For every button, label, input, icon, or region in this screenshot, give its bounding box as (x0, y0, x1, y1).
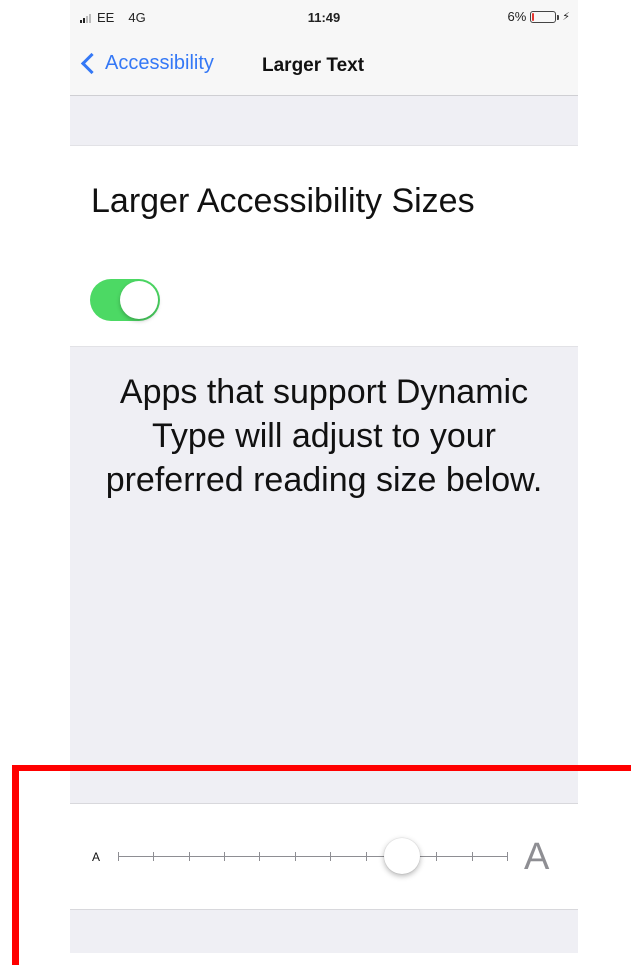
back-chevron-icon (80, 52, 103, 75)
status-battery: 6% ⚡ (507, 9, 570, 24)
slider-tick (330, 852, 331, 861)
back-button[interactable]: Accessibility (80, 52, 214, 75)
slider-track-line (118, 856, 508, 857)
slider-tick (224, 852, 225, 861)
status-bar: EE 4G 11:49 6% ⚡ (70, 0, 578, 38)
toggle-knob (120, 281, 158, 319)
navigation-bar: Accessibility Larger Text (70, 38, 578, 96)
dynamic-type-description: Apps that support Dynamic Type will adju… (105, 373, 543, 499)
slider-tick (153, 852, 154, 861)
slider-thumb[interactable] (384, 838, 420, 874)
slider-tick (366, 852, 367, 861)
text-size-slider-row: A A (70, 803, 578, 910)
small-text-label: A (92, 850, 101, 864)
slider-tick (295, 852, 296, 861)
slider-tick (507, 852, 508, 861)
page-title: Larger Text (262, 55, 365, 76)
large-text-label: A (524, 836, 550, 878)
larger-sizes-row: Larger Accessibility Sizes (70, 145, 578, 347)
charging-icon: ⚡ (562, 11, 570, 23)
larger-sizes-toggle[interactable] (90, 279, 160, 321)
status-time: 11:49 (307, 10, 341, 25)
slider-tick (118, 852, 119, 861)
slider-tick (189, 852, 190, 861)
back-button-label: Accessibility (105, 52, 214, 74)
slider-tick (259, 852, 260, 861)
battery-percent: 6% (507, 9, 527, 24)
slider-tick (436, 852, 437, 861)
slider-tick (472, 852, 473, 861)
text-size-slider[interactable] (118, 838, 508, 874)
larger-sizes-label: Larger Accessibility Sizes (91, 182, 475, 220)
phone-screen: EE 4G 11:49 6% ⚡ Accessibility Larger Te… (70, 0, 578, 953)
battery-icon (530, 10, 560, 23)
